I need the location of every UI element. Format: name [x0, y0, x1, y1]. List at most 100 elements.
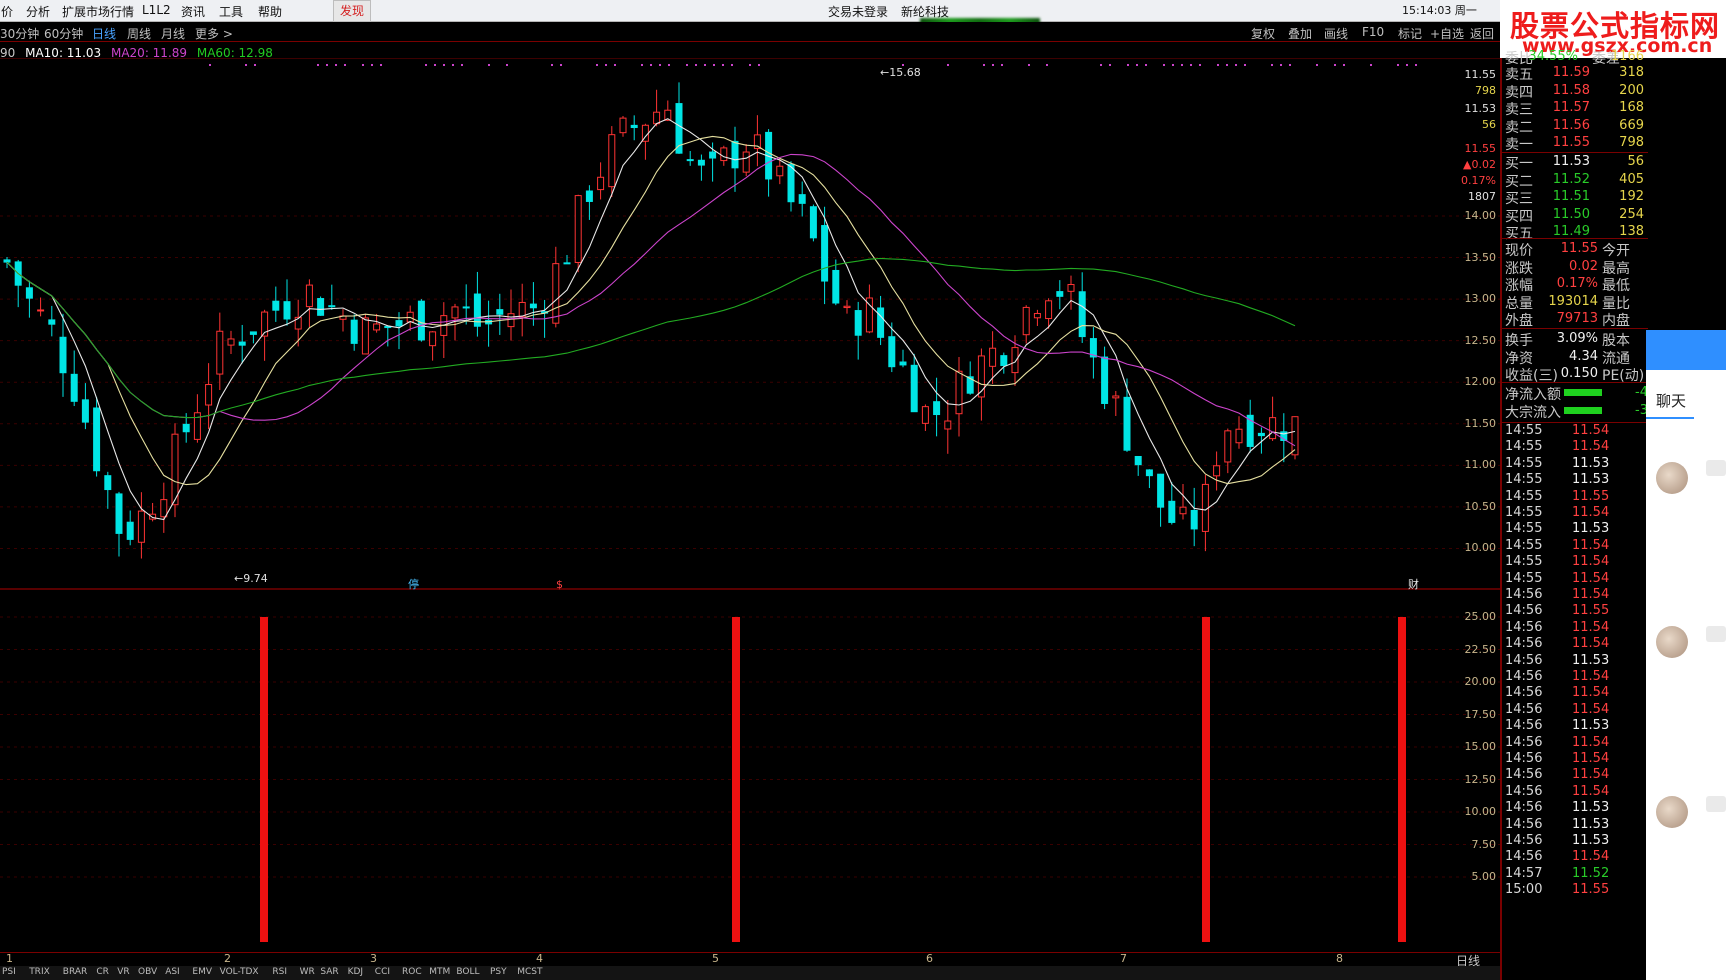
tick-row[interactable]: 14:55 11.54 [1502, 505, 1648, 523]
candle-body[interactable] [955, 370, 963, 415]
candle-body[interactable] [709, 151, 717, 159]
candle-body[interactable] [216, 330, 224, 375]
menu-item-analysis[interactable]: 分析 [26, 3, 50, 20]
candle-body[interactable] [283, 301, 291, 320]
candle-body[interactable] [1112, 395, 1120, 399]
tick-row[interactable]: 14:55 11.54 [1502, 571, 1648, 589]
candle-body[interactable] [328, 305, 336, 308]
indicator-tab-rsi[interactable]: RSI [272, 967, 287, 977]
user-avatar[interactable] [1656, 626, 1688, 658]
candle-body[interactable] [798, 194, 806, 204]
candle-body[interactable] [910, 364, 918, 413]
candle-body[interactable] [552, 263, 560, 324]
candle-body[interactable] [104, 475, 112, 491]
candle-body[interactable] [529, 303, 537, 309]
chat-tab[interactable]: 聊天 [1656, 390, 1686, 411]
tick-row[interactable]: 14:55 11.53 [1502, 521, 1648, 539]
indicator-tab-vr[interactable]: VR [117, 967, 129, 977]
tick-row[interactable]: 14:56 11.53 [1502, 833, 1648, 851]
candle-body[interactable] [37, 309, 45, 312]
indicator-tab-obv[interactable]: OBV [138, 967, 157, 977]
candle-body[interactable] [1033, 313, 1041, 319]
signal-bar[interactable] [260, 617, 268, 942]
candle-body[interactable] [1078, 291, 1086, 338]
candle-body[interactable] [417, 300, 425, 341]
candle-body[interactable] [832, 269, 840, 304]
tick-row[interactable]: 14:56 11.54 [1502, 620, 1648, 638]
indicator-tab-wr[interactable]: WR [300, 967, 315, 977]
candle-body[interactable] [93, 407, 101, 472]
tick-row[interactable]: 14:55 11.53 [1502, 456, 1648, 474]
event-marker[interactable]: 停 [408, 577, 419, 590]
candle-body[interactable] [429, 331, 437, 347]
candle-body[interactable] [821, 225, 829, 282]
menu-item-extended-market[interactable]: 扩展市场行情 [62, 3, 134, 20]
candle-body[interactable] [563, 262, 571, 265]
candle-body[interactable] [574, 195, 582, 263]
candle-body[interactable] [1257, 432, 1265, 437]
draw-line-button[interactable]: 画线 [1324, 25, 1348, 42]
candle-body[interactable] [451, 306, 459, 319]
tick-row[interactable]: 14:56 11.54 [1502, 685, 1648, 703]
mark-button[interactable]: 标记 [1398, 25, 1422, 42]
ask-level-row[interactable]: 卖二 11.56 669 [1502, 117, 1648, 136]
candle-body[interactable] [70, 373, 78, 402]
tick-row[interactable]: 14:56 11.53 [1502, 800, 1648, 818]
tick-row[interactable]: 14:56 11.53 [1502, 718, 1648, 736]
candle-body[interactable] [888, 336, 896, 368]
candle-body[interactable] [989, 347, 997, 367]
bid-level-row[interactable]: 买三 11.51 192 [1502, 188, 1648, 207]
candle-body[interactable] [1235, 428, 1243, 444]
candle-body[interactable] [731, 140, 739, 169]
candle-body[interactable] [1224, 430, 1232, 463]
tick-row[interactable]: 14:55 11.54 [1502, 554, 1648, 572]
indicator-tab-emv[interactable]: EMV [192, 967, 212, 977]
candle-body[interactable] [944, 420, 952, 430]
candle-body[interactable] [59, 336, 67, 374]
menu-item-discover[interactable]: 发现 [333, 0, 371, 22]
f10-button[interactable]: F10 [1362, 25, 1384, 39]
tick-row[interactable]: 15:00 11.55 [1502, 882, 1648, 900]
candle-body[interactable] [3, 259, 11, 263]
user-avatar[interactable] [1656, 796, 1688, 828]
indicator-tab-boll[interactable]: BOLL [456, 967, 479, 977]
candle-body[interactable] [462, 306, 470, 309]
tick-row[interactable]: 14:56 11.54 [1502, 702, 1648, 720]
period-60min[interactable]: 60分钟 [44, 25, 83, 42]
candle-body[interactable] [48, 319, 56, 325]
tick-row[interactable]: 14:56 11.54 [1502, 735, 1648, 753]
tick-row[interactable]: 14:55 11.54 [1502, 538, 1648, 556]
candlestick-chart[interactable]: ←15.68 ←9.74 停 $ 财 [0, 58, 1500, 590]
signal-bar[interactable] [1202, 617, 1210, 942]
candle-body[interactable] [1157, 473, 1165, 508]
candle-body[interactable] [697, 159, 705, 166]
period-monthly[interactable]: 月线 [161, 25, 185, 42]
indicator-tab-mtm[interactable]: MTM [429, 967, 450, 977]
candle-body[interactable] [1123, 396, 1131, 451]
indicator-tab-mcst[interactable]: MCST [517, 967, 542, 977]
candle-body[interactable] [373, 323, 381, 331]
tick-row[interactable]: 14:56 11.55 [1502, 603, 1648, 621]
tick-row[interactable]: 14:56 11.54 [1502, 587, 1648, 605]
indicator-tab-asi[interactable]: ASI [165, 967, 180, 977]
menu-item-news[interactable]: 资讯 [181, 3, 205, 20]
tick-row[interactable]: 14:55 11.54 [1502, 439, 1648, 457]
tick-row[interactable]: 14:56 11.53 [1502, 817, 1648, 835]
indicator-tab-trix[interactable]: TRIX [29, 967, 50, 977]
candle-body[interactable] [854, 310, 862, 336]
tick-row[interactable]: 14:57 11.52 [1502, 866, 1648, 884]
tick-row[interactable]: 14:56 11.54 [1502, 767, 1648, 785]
period-daily[interactable]: 日线 [92, 25, 116, 42]
candle-body[interactable] [1056, 291, 1064, 297]
candle-body[interactable] [1269, 417, 1277, 440]
candle-body[interactable] [1045, 300, 1053, 320]
menu-item-price[interactable]: 价 [1, 3, 13, 20]
indicator-tab-vol-tdx[interactable]: VOL-TDX [220, 967, 259, 977]
candle-body[interactable] [317, 298, 325, 316]
candle-body[interactable] [1291, 416, 1299, 456]
indicator-tab-roc[interactable]: ROC [402, 967, 422, 977]
candle-body[interactable] [507, 313, 515, 328]
bid-level-row[interactable]: 买四 11.50 254 [1502, 206, 1648, 225]
candle-body[interactable] [1179, 506, 1187, 515]
add-watchlist-button[interactable]: +自选 [1430, 25, 1464, 42]
